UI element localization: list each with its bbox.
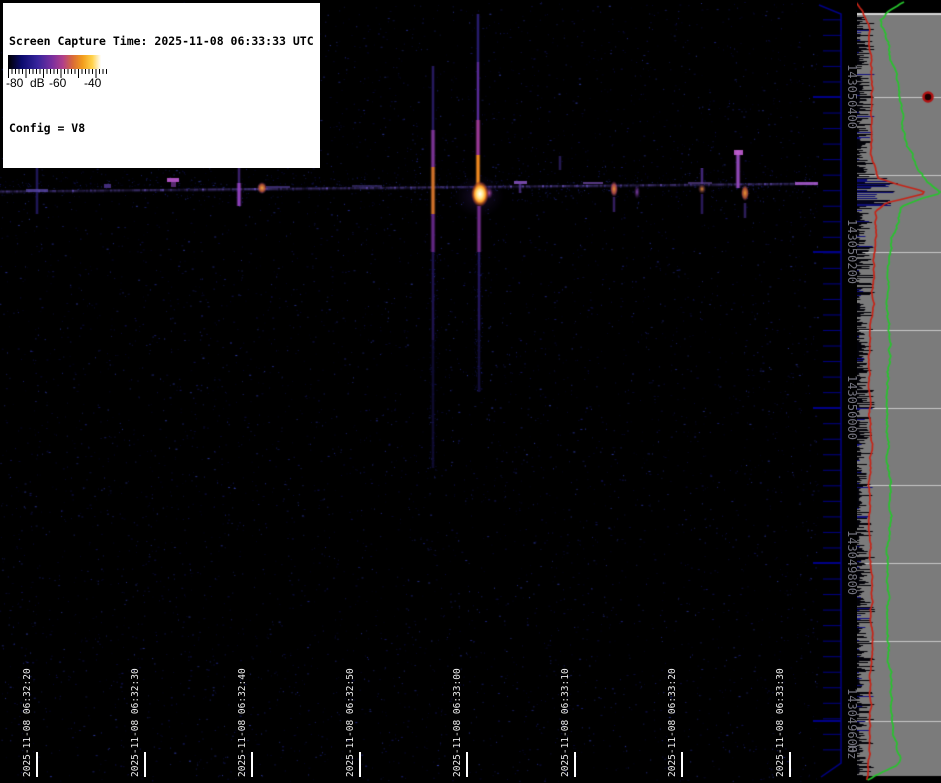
scale-label-max: -40 (84, 76, 102, 90)
color-scale-gradient (8, 55, 106, 69)
time-tick-label-0: 2025-11-08 06:32:20 (22, 668, 33, 777)
scale-label-unit: dB (30, 76, 45, 90)
config-text: Config = V8 (9, 121, 86, 135)
time-tick-mark (251, 752, 253, 777)
capture-time-text: Screen Capture Time: 2025-11-08 06:33:33… (9, 34, 314, 48)
freq-tick-label-143049600: 143049600 (845, 688, 859, 754)
time-tick-mark (574, 752, 576, 777)
scale-label-mid: -60 (49, 76, 67, 90)
freq-tick-label-143049800: 143049800 (845, 530, 859, 596)
color-scale-legend: -80 dB -60 -40 (4, 52, 111, 93)
time-tick-mark (789, 752, 791, 777)
freq-tick-label-143050000: 143050000 (845, 375, 859, 441)
time-tick-label-3: 2025-11-08 06:32:50 (345, 668, 356, 777)
time-tick-label-5: 2025-11-08 06:33:10 (560, 668, 571, 777)
spectrum-side-panel (857, 0, 941, 783)
time-tick-mark (144, 752, 146, 777)
time-tick-label-1: 2025-11-08 06:32:30 (130, 668, 141, 777)
time-tick-label-2: 2025-11-08 06:32:40 (237, 668, 248, 777)
freq-tick-label-143050400: 143050400 (845, 64, 859, 130)
waterfall-screen: Screen Capture Time: 2025-11-08 06:33:33… (0, 0, 941, 783)
scale-label-min: -80 (6, 76, 24, 90)
time-tick-mark (36, 752, 38, 777)
time-tick-mark (466, 752, 468, 777)
time-tick-label-7: 2025-11-08 06:33:30 (775, 668, 786, 777)
time-tick-label-4: 2025-11-08 06:33:00 (452, 668, 463, 777)
time-tick-mark (681, 752, 683, 777)
time-tick-label-6: 2025-11-08 06:33:20 (667, 668, 678, 777)
freq-axis-unit: Hz (845, 745, 859, 760)
freq-tick-label-143050200: 143050200 (845, 219, 859, 285)
time-tick-mark (359, 752, 361, 777)
